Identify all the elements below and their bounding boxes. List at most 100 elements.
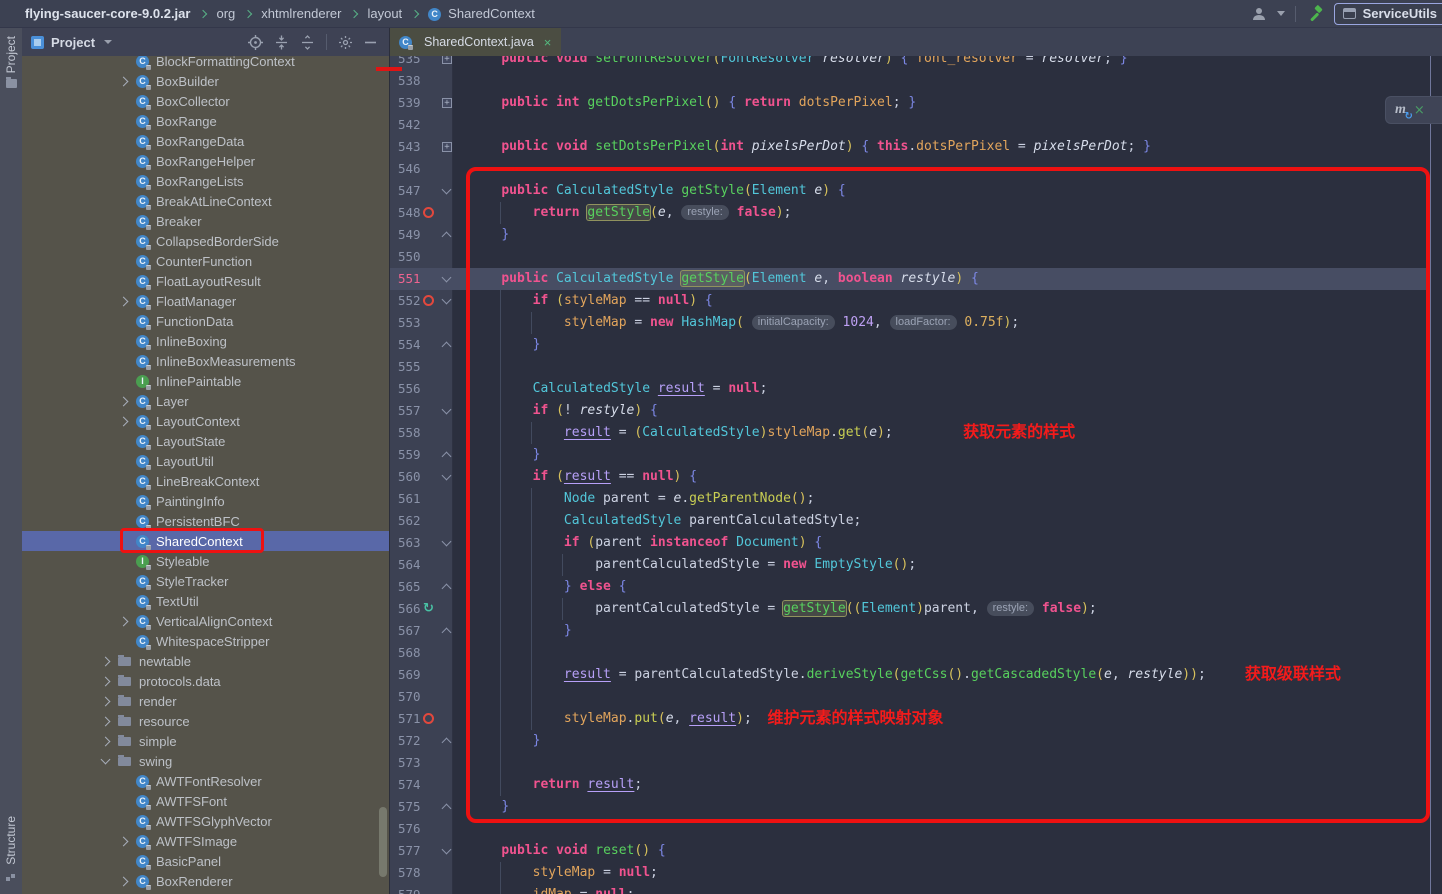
fold-marker-down-icon[interactable]: [442, 273, 452, 283]
fold-marker-up-icon[interactable]: [442, 628, 452, 638]
tree-chevron-right-icon[interactable]: [119, 616, 129, 626]
collapse-all-icon[interactable]: [300, 35, 315, 50]
tree-item-InlineBoxing[interactable]: CInlineBoxing: [22, 331, 389, 351]
breadcrumb-item[interactable]: xhtmlrenderer: [261, 6, 341, 21]
tree-item-SharedContext[interactable]: CSharedContext: [22, 531, 389, 551]
tree-item-LayoutContext[interactable]: CLayoutContext: [22, 411, 389, 431]
fold-marker-up-icon[interactable]: [442, 584, 452, 594]
tree-item-CounterFunction[interactable]: CCounterFunction: [22, 251, 389, 271]
tree-chevron-right-icon[interactable]: [101, 716, 111, 726]
project-panel-title[interactable]: Project: [51, 35, 95, 50]
code-line-538[interactable]: 538: [390, 70, 1442, 92]
expand-all-icon[interactable]: [274, 35, 289, 50]
breadcrumb-item[interactable]: flying-saucer-core-9.0.2.jar: [25, 6, 190, 21]
fold-marker-down-icon[interactable]: [442, 185, 452, 195]
tree-item-AWTFSGlyphVector[interactable]: CAWTFSGlyphVector: [22, 811, 389, 831]
code-line-552[interactable]: 552 if (styleMap == null) {: [390, 290, 1442, 312]
tree-item-FunctionData[interactable]: CFunctionData: [22, 311, 389, 331]
tree-chevron-right-icon[interactable]: [101, 736, 111, 746]
code-line-559[interactable]: 559 }: [390, 444, 1442, 466]
tree-item-VerticalAlignContext[interactable]: CVerticalAlignContext: [22, 611, 389, 631]
tree-item-swing[interactable]: swing: [22, 751, 389, 771]
tree-item-BoxRange[interactable]: CBoxRange: [22, 111, 389, 131]
tree-item-FloatLayoutResult[interactable]: CFloatLayoutResult: [22, 271, 389, 291]
code-line-563[interactable]: 563 if (parent instanceof Document) {: [390, 532, 1442, 554]
tree-item-BoxRangeHelper[interactable]: CBoxRangeHelper: [22, 151, 389, 171]
tab-close-icon[interactable]: ×: [544, 36, 552, 49]
maven-reload-widget[interactable]: m↻ ×: [1385, 96, 1442, 124]
code-line-558[interactable]: 558 result = (CalculatedStyle)styleMap.g…: [390, 422, 1442, 444]
tree-chevron-right-icon[interactable]: [119, 76, 129, 86]
code-line-564[interactable]: 564 parentCalculatedStyle = new EmptySty…: [390, 554, 1442, 576]
fold-marker-plus-icon[interactable]: [442, 56, 452, 64]
tree-item-BlockFormattingContext[interactable]: CBlockFormattingContext: [22, 56, 389, 71]
tree-item-newtable[interactable]: newtable: [22, 651, 389, 671]
tree-scrollbar-thumb[interactable]: [379, 807, 387, 877]
fold-marker-down-icon[interactable]: [442, 471, 452, 481]
tree-item-StyleTracker[interactable]: CStyleTracker: [22, 571, 389, 591]
breakpoint-icon[interactable]: [423, 295, 434, 306]
maven-dismiss-icon[interactable]: ×: [1414, 104, 1425, 117]
fold-marker-up-icon[interactable]: [442, 804, 452, 814]
tree-chevron-right-icon[interactable]: [119, 416, 129, 426]
breakpoint-icon[interactable]: [423, 713, 434, 724]
tree-chevron-right-icon[interactable]: [119, 396, 129, 406]
code-line-562[interactable]: 562 CalculatedStyle parentCalculatedStyl…: [390, 510, 1442, 532]
code-line-565[interactable]: 565 } else {: [390, 576, 1442, 598]
tree-item-LineBreakContext[interactable]: CLineBreakContext: [22, 471, 389, 491]
tree-item-Breaker[interactable]: CBreaker: [22, 211, 389, 231]
code-line-547[interactable]: 547 public CalculatedStyle getStyle(Elem…: [390, 180, 1442, 202]
fold-marker-up-icon[interactable]: [442, 738, 452, 748]
recursive-call-icon[interactable]: ↻: [423, 600, 434, 618]
code-line-556[interactable]: 556 CalculatedStyle result = null;: [390, 378, 1442, 400]
code-line-573[interactable]: 573: [390, 752, 1442, 774]
tree-item-BoxBuilder[interactable]: CBoxBuilder: [22, 71, 389, 91]
code-line-551[interactable]: 551 public CalculatedStyle getStyle(Elem…: [390, 268, 1442, 290]
code-line-546[interactable]: 546: [390, 158, 1442, 180]
tree-item-AWTFSImage[interactable]: CAWTFSImage: [22, 831, 389, 851]
code-line-535[interactable]: 535 public void setFontResolver(FontReso…: [390, 56, 1442, 70]
code-line-570[interactable]: 570: [390, 686, 1442, 708]
user-profile-icon[interactable]: [1251, 6, 1267, 22]
code-line-542[interactable]: 542: [390, 114, 1442, 136]
code-line-578[interactable]: 578 styleMap = null;: [390, 862, 1442, 884]
tool-window-button-structure[interactable]: Structure: [0, 816, 22, 881]
run-configuration-select[interactable]: ServiceUtils: [1334, 3, 1442, 25]
tree-chevron-right-icon[interactable]: [119, 876, 129, 886]
fold-marker-plus-icon[interactable]: [442, 142, 452, 152]
fold-marker-down-icon[interactable]: [442, 295, 452, 305]
breakpoint-icon[interactable]: [423, 207, 434, 218]
fold-marker-plus-icon[interactable]: [442, 98, 452, 108]
tree-item-InlinePaintable[interactable]: IInlinePaintable: [22, 371, 389, 391]
code-line-554[interactable]: 554 }: [390, 334, 1442, 356]
profile-dropdown-caret-icon[interactable]: [1277, 11, 1285, 16]
code-line-579[interactable]: 579 idMap = null;: [390, 884, 1442, 894]
tree-item-simple[interactable]: simple: [22, 731, 389, 751]
tree-item-protocols.data[interactable]: protocols.data: [22, 671, 389, 691]
tree-chevron-right-icon[interactable]: [101, 656, 111, 666]
code-line-566[interactable]: 566↻ parentCalculatedStyle = getStyle((E…: [390, 598, 1442, 620]
breadcrumb-item[interactable]: layout: [367, 6, 402, 21]
tree-item-FloatManager[interactable]: CFloatManager: [22, 291, 389, 311]
tab-sharedcontext-java[interactable]: C SharedContext.java ×: [390, 28, 561, 56]
code-line-572[interactable]: 572 }: [390, 730, 1442, 752]
code-line-553[interactable]: 553 styleMap = new HashMap( initialCapac…: [390, 312, 1442, 334]
breadcrumb-item[interactable]: SharedContext: [448, 6, 535, 21]
breadcrumb-item[interactable]: org: [216, 6, 235, 21]
locate-file-icon[interactable]: [248, 35, 263, 50]
code-line-577[interactable]: 577 public void reset() {: [390, 840, 1442, 862]
code-line-576[interactable]: 576: [390, 818, 1442, 840]
tree-item-Styleable[interactable]: IStyleable: [22, 551, 389, 571]
code-line-539[interactable]: 539 public int getDotsPerPixel() { retur…: [390, 92, 1442, 114]
tree-item-BoxRangeData[interactable]: CBoxRangeData: [22, 131, 389, 151]
editor-content[interactable]: 535 public void setFontResolver(FontReso…: [390, 56, 1442, 894]
fold-marker-up-icon[interactable]: [442, 342, 452, 352]
code-line-574[interactable]: 574 return result;: [390, 774, 1442, 796]
tree-item-LayoutState[interactable]: CLayoutState: [22, 431, 389, 451]
tree-chevron-right-icon[interactable]: [119, 296, 129, 306]
tree-item-PaintingInfo[interactable]: CPaintingInfo: [22, 491, 389, 511]
tree-item-WhitespaceStripper[interactable]: CWhitespaceStripper: [22, 631, 389, 651]
tree-item-LayoutUtil[interactable]: CLayoutUtil: [22, 451, 389, 471]
tree-item-BoxRangeLists[interactable]: CBoxRangeLists: [22, 171, 389, 191]
settings-gear-icon[interactable]: [338, 35, 353, 50]
